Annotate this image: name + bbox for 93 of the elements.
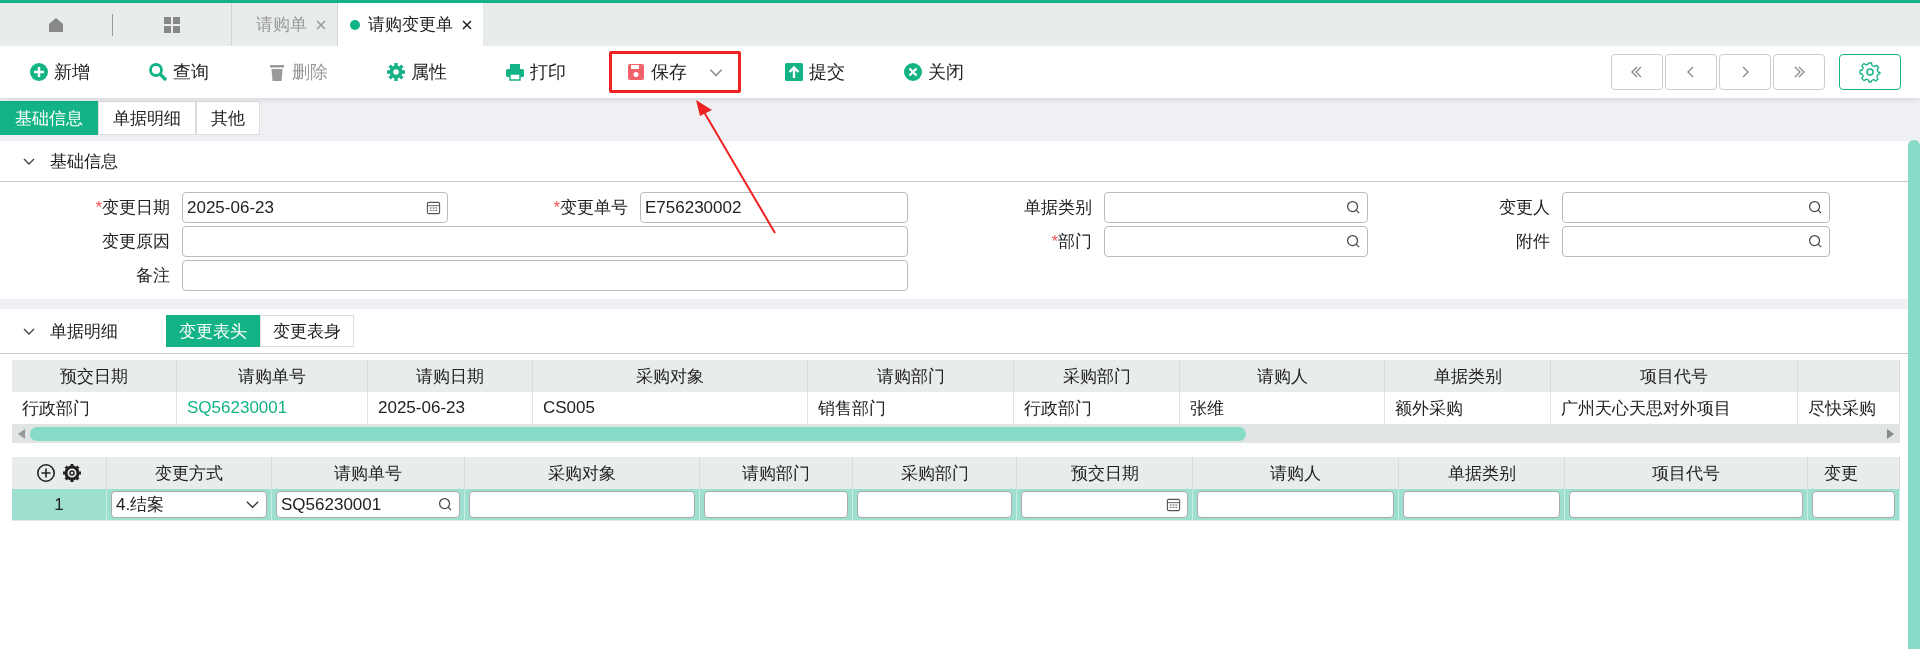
search-icon (1808, 200, 1823, 215)
field-label: 变更原因 (101, 231, 170, 253)
column-header[interactable]: 变更 (1808, 457, 1900, 489)
gear-icon (386, 62, 406, 82)
toolbar-button[interactable]: 查询 (133, 51, 224, 93)
detail-tab[interactable]: 变更表身 (260, 315, 354, 347)
input-field[interactable] (857, 491, 1012, 518)
tab-label: 请购变更单 (368, 14, 453, 36)
last-page-icon (1792, 65, 1806, 79)
column-header[interactable]: 请购人 (1180, 360, 1385, 392)
trash-icon (267, 62, 287, 82)
toolbar-button[interactable]: 属性 (371, 51, 462, 93)
grid-icon (162, 14, 182, 35)
tab-label: 请购单 (256, 14, 307, 36)
column-header[interactable]: 采购对象 (533, 360, 808, 392)
pager-button[interactable] (1611, 54, 1663, 90)
plus-circle-icon (29, 62, 49, 82)
scrollbar-track[interactable] (12, 424, 1900, 443)
pager-button[interactable] (1665, 54, 1717, 90)
settings-icon[interactable] (62, 463, 82, 483)
view-tab[interactable]: 单据明细 (98, 101, 196, 135)
search-icon (1346, 234, 1361, 249)
settings-icon (1859, 61, 1881, 83)
printer-icon (505, 62, 525, 82)
field-label: *变更日期 (94, 197, 170, 219)
toolbar-button[interactable]: 打印 (490, 51, 581, 93)
field-label: 备注 (135, 265, 170, 287)
document-tab[interactable]: 请购变更单 (337, 3, 483, 46)
input-field[interactable] (1812, 491, 1895, 518)
input-field[interactable] (704, 491, 848, 518)
field-label: 变更人 (1498, 197, 1550, 219)
date-field[interactable] (1021, 491, 1188, 518)
input-field[interactable]: E756230002 (640, 192, 908, 223)
scrollbar-thumb[interactable] (30, 426, 1246, 441)
toolbar-button[interactable]: 关闭 (888, 51, 979, 93)
scroll-left-icon[interactable] (16, 427, 26, 440)
column-header[interactable]: 预交日期 (1017, 457, 1193, 489)
section-title: 基础信息 (50, 150, 118, 173)
input-field[interactable] (1197, 491, 1394, 518)
lookup-field[interactable]: SQ56230001 (276, 491, 460, 518)
field-label: *部门 (1050, 231, 1092, 253)
toolbar-button[interactable]: 保存 (609, 51, 741, 93)
input-field[interactable] (182, 260, 908, 291)
column-header[interactable]: 请购部门 (700, 457, 853, 489)
pager-button[interactable] (1773, 54, 1825, 90)
column-header[interactable]: 项目代号 (1565, 457, 1808, 489)
calendar-icon (1166, 497, 1181, 512)
column-header[interactable]: 预交日期 (12, 360, 177, 392)
input-field[interactable] (1569, 491, 1803, 518)
first-page-icon (1630, 65, 1644, 79)
column-header[interactable]: 采购对象 (465, 457, 700, 489)
row-number: 1 (12, 489, 107, 520)
lookup-field[interactable] (1104, 192, 1368, 223)
field-label: *变更单号 (552, 197, 628, 219)
column-header[interactable]: 采购部门 (853, 457, 1017, 489)
scroll-right-icon[interactable] (1886, 427, 1896, 440)
settings-button[interactable] (1839, 54, 1901, 90)
add-row-icon[interactable] (36, 463, 56, 483)
column-header[interactable]: 请购日期 (368, 360, 533, 392)
toolbar-button[interactable]: 提交 (769, 51, 860, 93)
column-header[interactable]: 请购单号 (177, 360, 368, 392)
view-tab[interactable]: 其他 (196, 101, 260, 135)
active-dot-icon (350, 19, 360, 30)
search-icon (1346, 200, 1361, 215)
column-header[interactable]: 项目代号 (1551, 360, 1798, 392)
field-label: 单据类别 (1023, 197, 1092, 219)
scrollbar-thumb[interactable] (1908, 140, 1920, 649)
upload-icon (784, 62, 804, 82)
column-header[interactable]: 请购单号 (272, 457, 465, 489)
toolbar-button[interactable]: 新增 (14, 51, 105, 93)
dropdown-field[interactable]: 4.结案 (111, 491, 267, 518)
close-icon[interactable] (461, 18, 473, 31)
calendar-icon (426, 200, 441, 215)
column-header[interactable]: 采购部门 (1014, 360, 1180, 392)
date-field[interactable]: 2025-06-23 (182, 192, 448, 223)
lookup-field[interactable] (1562, 226, 1830, 257)
section-title: 单据明细 (50, 320, 118, 343)
column-header[interactable]: 单据类别 (1385, 360, 1551, 392)
column-header[interactable]: 单据类别 (1399, 457, 1565, 489)
lookup-field[interactable] (1562, 192, 1830, 223)
search-icon (1808, 234, 1823, 249)
input-field[interactable] (469, 491, 695, 518)
close-circle-icon (903, 62, 923, 82)
search-icon (438, 497, 453, 512)
column-header[interactable]: 请购人 (1193, 457, 1399, 489)
search-icon (148, 62, 168, 82)
column-header[interactable]: 请购部门 (808, 360, 1014, 392)
column-header[interactable]: 变更方式 (107, 457, 272, 489)
input-field[interactable] (1403, 491, 1560, 518)
lookup-field[interactable] (1104, 226, 1368, 257)
pager-button[interactable] (1719, 54, 1771, 90)
input-field[interactable] (182, 226, 908, 257)
field-label: 附件 (1515, 231, 1550, 253)
